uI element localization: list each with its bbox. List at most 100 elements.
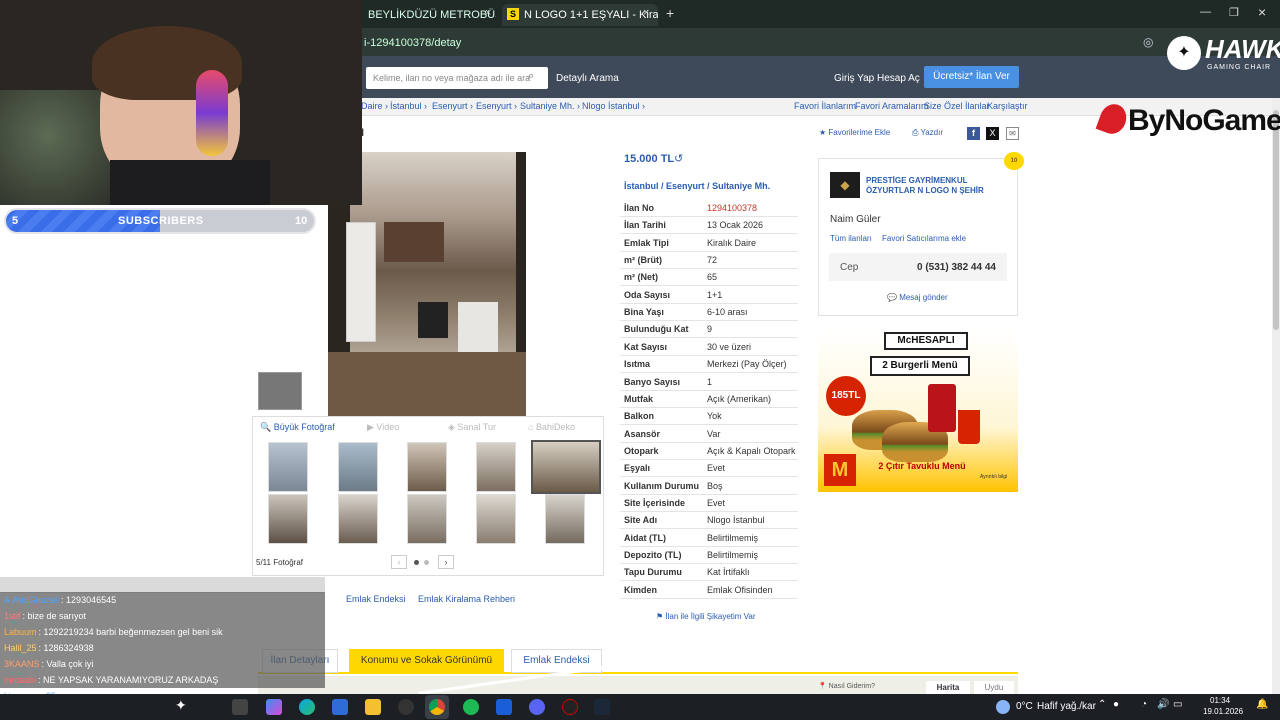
browser-tab[interactable]: BEYLİKDÜZÜ METROBÜSE 20 M bbox=[362, 4, 496, 26]
volume-icon[interactable]: 🔊 bbox=[1157, 699, 1169, 710]
chrome-icon[interactable] bbox=[429, 699, 445, 715]
photo-thumb[interactable] bbox=[268, 442, 308, 492]
facebook-icon[interactable]: f bbox=[967, 127, 980, 140]
detailed-search-link[interactable]: Detaylı Arama bbox=[556, 73, 619, 84]
post-ad-button[interactable]: Ücretsiz* İlan Ver bbox=[924, 66, 1019, 88]
task-view-icon[interactable] bbox=[232, 699, 248, 715]
detail-label: m² (Brüt) bbox=[624, 255, 662, 265]
photo-thumb[interactable] bbox=[407, 442, 447, 492]
compare-link[interactable]: Karşılaştır bbox=[987, 101, 1028, 111]
app-icon[interactable] bbox=[398, 699, 414, 715]
weather-icon[interactable] bbox=[996, 700, 1010, 714]
breadcrumb-item[interactable]: Esenyurt › bbox=[432, 101, 473, 111]
folder-icon[interactable] bbox=[365, 699, 381, 715]
photo-thumb[interactable] bbox=[476, 442, 516, 492]
send-message-button[interactable]: 💬 Mesaj gönder bbox=[887, 293, 948, 302]
search-placeholder: Kelime, ilan no veya mağaza adı ile ara bbox=[373, 73, 531, 83]
breadcrumb-item[interactable]: Nlogo İstanbul › bbox=[582, 101, 645, 111]
favorite-listings-link[interactable]: Favori İlanlarım bbox=[794, 101, 856, 111]
battery-icon[interactable]: ▭ bbox=[1173, 699, 1182, 710]
register-link[interactable]: Hesap Aç bbox=[877, 73, 920, 84]
detail-label: Emlak Tipi bbox=[624, 238, 669, 248]
all-ads-link[interactable]: Tüm ilanları bbox=[830, 234, 872, 243]
tray-chevron-icon[interactable]: ⌃ bbox=[1098, 699, 1106, 710]
phone-label: Cep bbox=[840, 262, 859, 273]
complaint-link[interactable]: ⚑ İlan ile İlgili Şikayetim Var bbox=[656, 612, 756, 621]
spotify-icon[interactable] bbox=[463, 699, 479, 715]
network-icon[interactable]: ◔ bbox=[1141, 699, 1147, 710]
copilot-app-icon[interactable] bbox=[266, 699, 282, 715]
big-photo-button[interactable]: 🔍 Büyük Fotoğraf bbox=[260, 422, 335, 433]
photo-thumb[interactable] bbox=[338, 442, 378, 492]
breadcrumb-item[interactable]: Daire › bbox=[361, 101, 388, 111]
sponsor-bynogame: ByNoGame bbox=[1128, 104, 1280, 137]
x-share-icon[interactable]: X bbox=[986, 127, 999, 140]
login-link[interactable]: Giriş Yap bbox=[834, 73, 874, 84]
steam-icon[interactable] bbox=[594, 699, 610, 715]
agency-logo[interactable]: ◆ bbox=[830, 172, 860, 198]
email-share-icon[interactable]: ✉ bbox=[1006, 127, 1019, 140]
app-icon[interactable] bbox=[496, 699, 512, 715]
scrollbar-thumb[interactable] bbox=[1273, 110, 1279, 330]
pager-dot[interactable] bbox=[414, 560, 419, 565]
satellite-view-button[interactable]: Uydu bbox=[974, 681, 1014, 694]
search-input[interactable]: Kelime, ilan no veya mağaza adı ile ara bbox=[366, 67, 548, 89]
close-icon[interactable]: × bbox=[485, 7, 491, 19]
tray-icon[interactable]: ● bbox=[1113, 699, 1119, 710]
phone-number[interactable]: 0 (531) 382 44 44 bbox=[917, 262, 996, 273]
breadcrumb-item[interactable]: Sultaniye Mh. › bbox=[520, 101, 580, 111]
notification-icon[interactable]: 🔔 bbox=[1256, 699, 1268, 710]
special-listings-link[interactable]: Size Özel İlanlar bbox=[924, 101, 990, 111]
close-window-icon[interactable]: × bbox=[1258, 4, 1266, 20]
breadcrumb-item[interactable]: Esenyurt › bbox=[476, 101, 517, 111]
advertisement[interactable]: McHESAPLI 2 Burgerli Menü 185TL M 2 Çıtı… bbox=[818, 330, 1018, 492]
detail-divider bbox=[620, 320, 798, 321]
browser-tab-active[interactable]: N LOGO 1+1 EŞYALI - Kiralık Da bbox=[502, 4, 658, 26]
location-neighborhood[interactable]: Sultaniye Mh. bbox=[712, 181, 770, 191]
tab-location-street-view[interactable]: Konumu ve Sokak Görünümü bbox=[349, 649, 504, 673]
pager-dot[interactable] bbox=[424, 560, 429, 565]
copilot-icon[interactable]: ✦ bbox=[175, 697, 187, 714]
add-favorite-button[interactable]: ★ Favorilerime Ekle bbox=[819, 128, 890, 137]
next-arrow-icon[interactable]: › bbox=[438, 555, 454, 569]
photo-thumb-selected[interactable] bbox=[531, 440, 601, 494]
video-button[interactable]: ▶ Video bbox=[367, 422, 399, 433]
location-district[interactable]: Esenyurt bbox=[666, 181, 705, 191]
photo-thumb[interactable] bbox=[476, 494, 516, 544]
edge-icon[interactable] bbox=[299, 699, 315, 715]
url-text[interactable]: i-1294100378/detay bbox=[364, 37, 461, 49]
mail-icon[interactable] bbox=[332, 699, 348, 715]
location-city[interactable]: İstanbul bbox=[624, 181, 659, 191]
clock-time[interactable]: 01:34 bbox=[1210, 696, 1230, 705]
years-badge: 10 bbox=[1004, 152, 1024, 170]
search-icon[interactable]: ⌕ bbox=[528, 70, 534, 83]
new-tab-icon[interactable]: + bbox=[666, 5, 674, 21]
map[interactable]: 📍 Nasıl Giderim? Harita Uydu bbox=[258, 664, 1018, 695]
chat-user: Halil_25 bbox=[4, 643, 37, 653]
bahideko-button[interactable]: ⌂ BahiDeko bbox=[528, 422, 575, 432]
maximize-icon[interactable]: ❐ bbox=[1229, 6, 1239, 19]
photo-thumb[interactable] bbox=[407, 494, 447, 544]
clock-date[interactable]: 19.01.2026 bbox=[1203, 707, 1243, 716]
favorite-seller-link[interactable]: Favori Satıcılarıma ekle bbox=[882, 234, 966, 243]
eye-off-icon[interactable]: ◎ bbox=[1143, 35, 1153, 49]
favorite-searches-link[interactable]: Favori Aramalarım bbox=[855, 101, 929, 111]
map-view-button[interactable]: Harita bbox=[926, 681, 970, 694]
agency-name[interactable]: PRESTİGE GAYRİMENKUL ÖZYURTLAR N LOGO N … bbox=[866, 176, 1006, 196]
real-estate-index-link[interactable]: Emlak Endeksi bbox=[346, 594, 406, 604]
breadcrumb-item[interactable]: İstanbul › bbox=[390, 101, 427, 111]
big-photo-label: Büyük Fotoğraf bbox=[273, 422, 335, 432]
minimize-icon[interactable]: — bbox=[1200, 6, 1211, 18]
discord-icon[interactable] bbox=[529, 699, 545, 715]
photo-thumb[interactable] bbox=[338, 494, 378, 544]
price-history-icon[interactable]: ↺ bbox=[674, 152, 683, 165]
close-icon[interactable]: × bbox=[643, 7, 649, 19]
print-button[interactable]: ⎙ Yazdır bbox=[912, 128, 943, 138]
photo-thumb[interactable] bbox=[268, 494, 308, 544]
obs-icon[interactable] bbox=[562, 699, 578, 715]
directions-link[interactable]: 📍 Nasıl Giderim? bbox=[818, 682, 875, 690]
prev-arrow-icon[interactable]: ‹ bbox=[391, 555, 407, 569]
virtual-tour-button[interactable]: ◈ Sanal Tur bbox=[448, 422, 496, 433]
rental-guide-link[interactable]: Emlak Kiralama Rehberi bbox=[418, 594, 515, 604]
photo-thumb[interactable] bbox=[545, 494, 585, 544]
